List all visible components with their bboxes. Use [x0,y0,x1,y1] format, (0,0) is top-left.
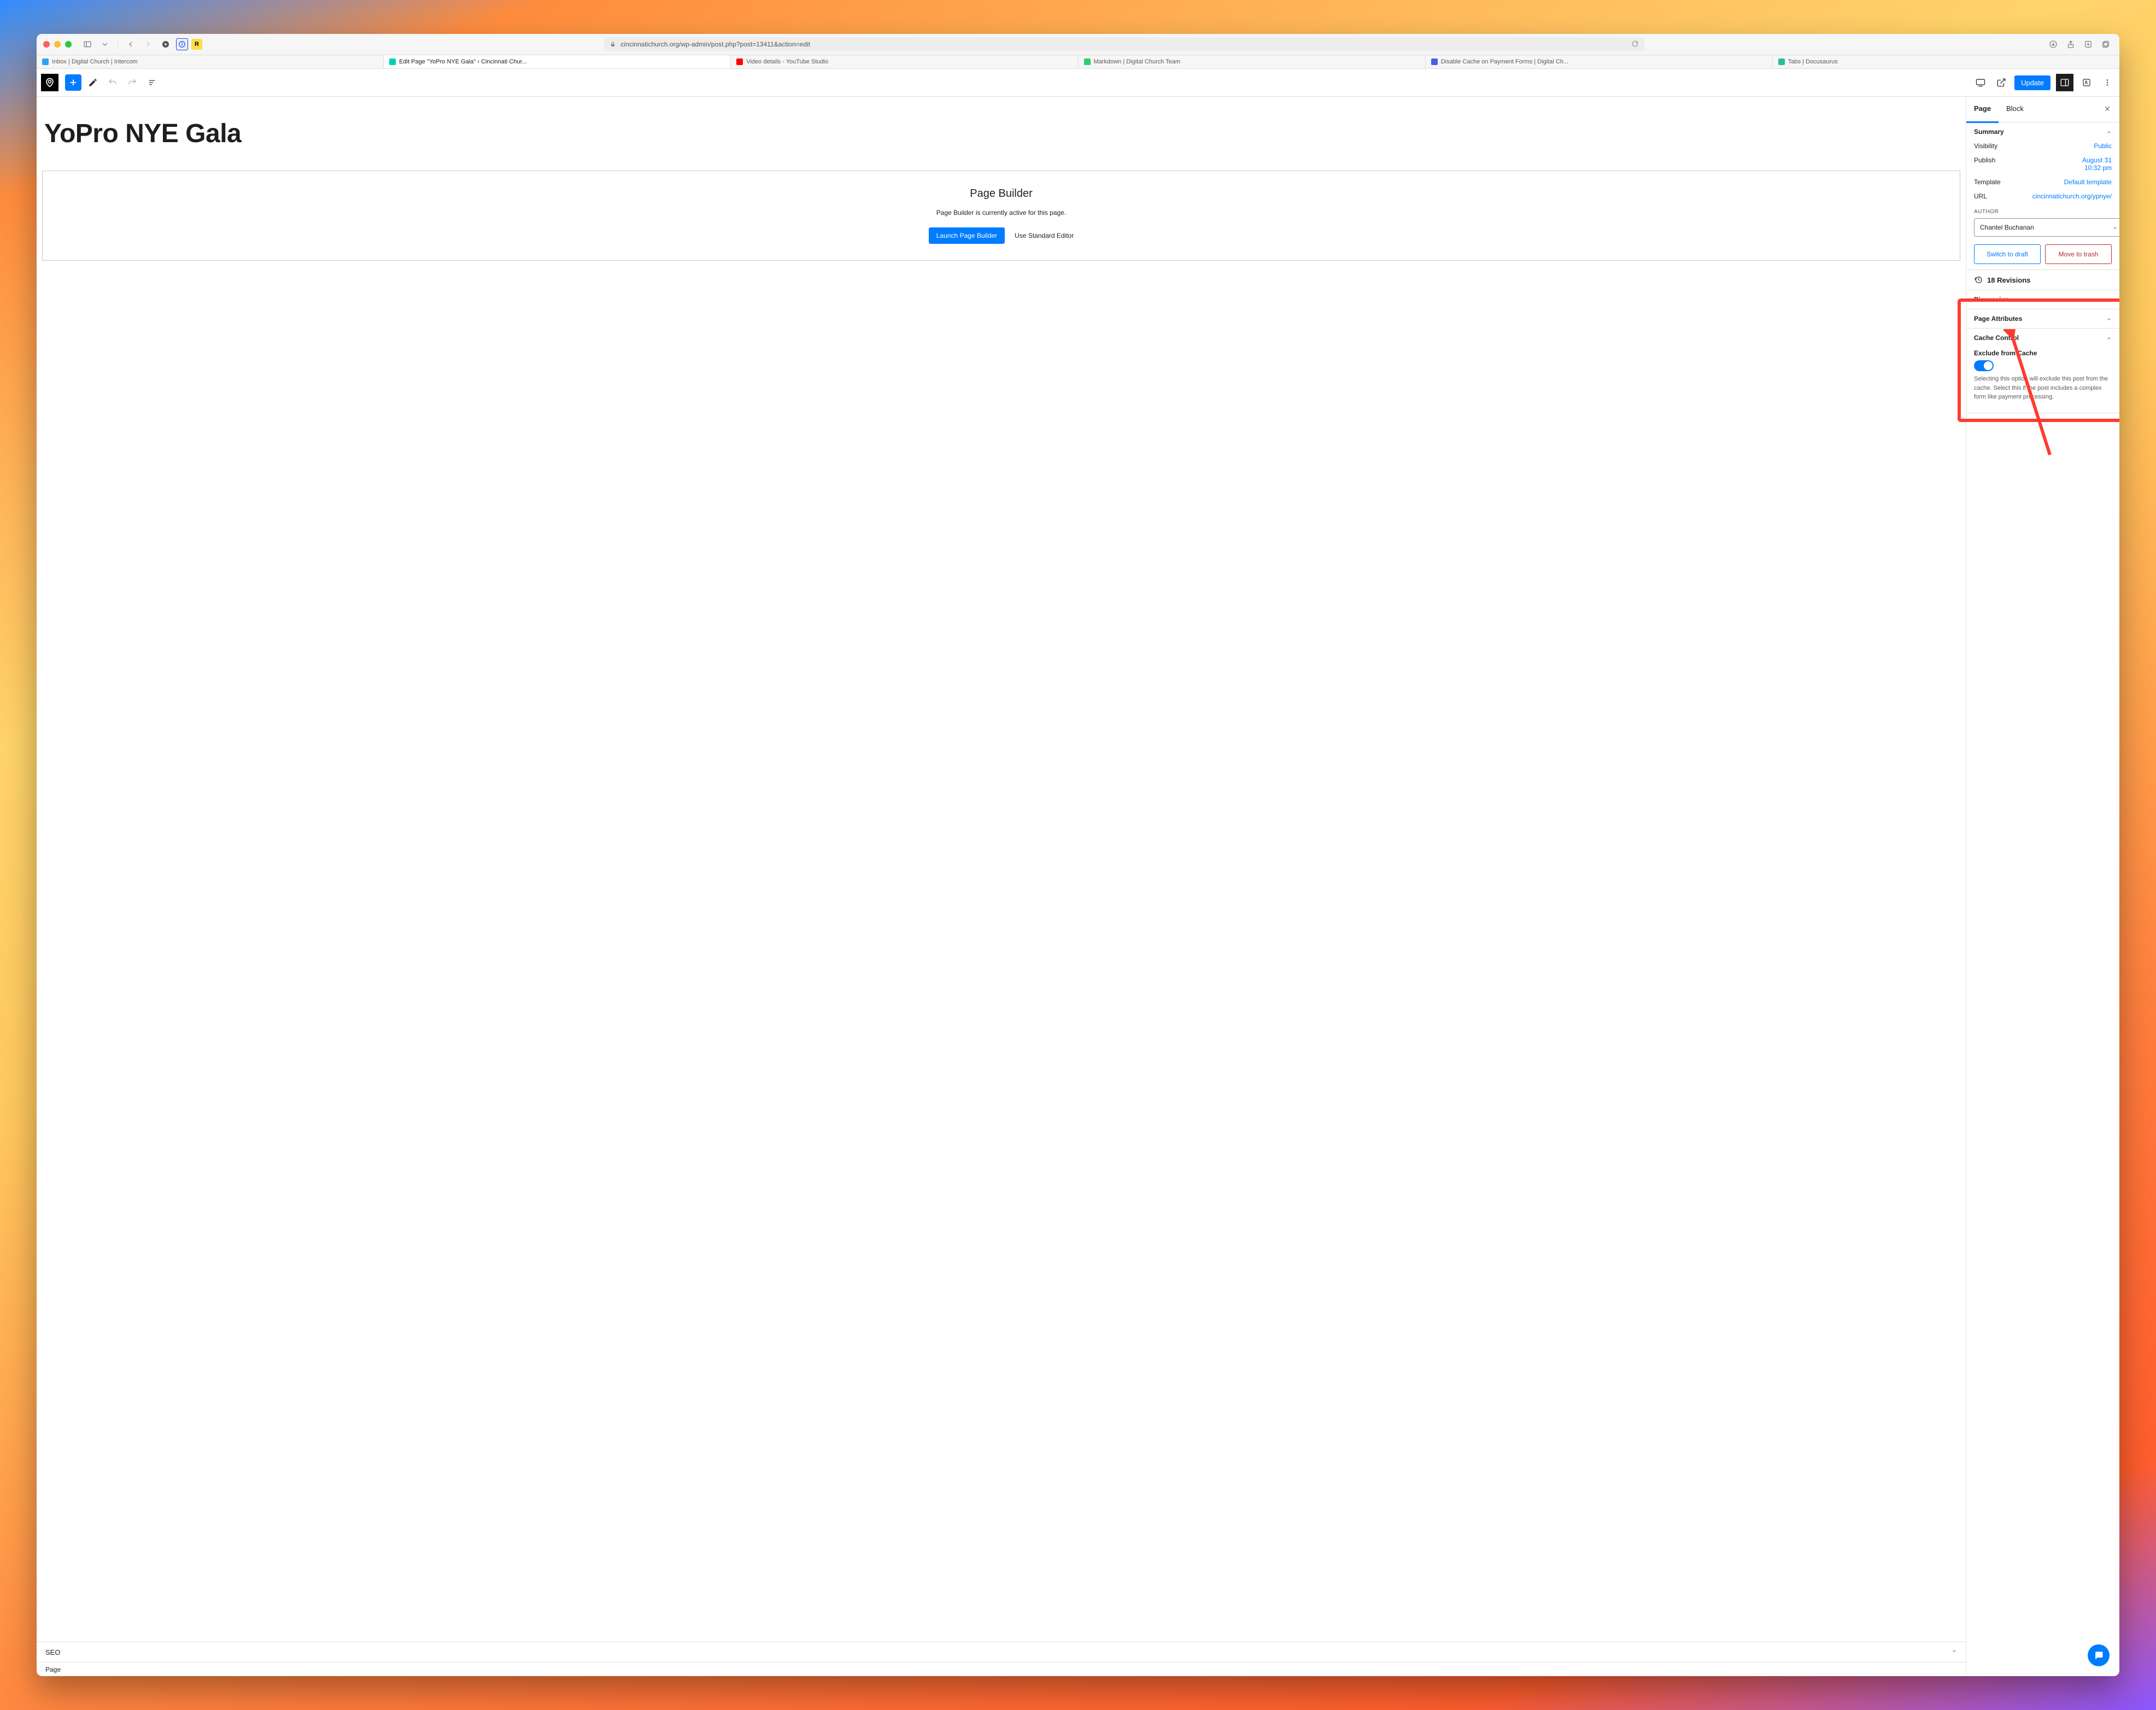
lock-icon [610,41,616,48]
chevron-down-icon[interactable] [98,37,112,51]
loom-extension-icon[interactable] [159,37,173,51]
seo-panel-header[interactable]: SEO [37,1642,1966,1662]
chevron-down-icon [1952,1649,1957,1655]
url-value[interactable]: cincinnatichurch.org/ypnye/ [2032,192,2112,200]
sidebar-toggle-icon[interactable] [80,37,95,51]
page-title[interactable]: YoPro NYE Gala [44,119,1958,149]
discussion-panel[interactable]: Discussion [1966,290,2119,309]
settings-panel-toggle[interactable] [2056,74,2073,91]
url-label: URL [1974,192,1987,200]
undo-button[interactable] [104,74,121,91]
onepassword-extension-icon[interactable] [176,38,188,50]
revisions-label: 18 Revisions [1987,276,2031,284]
page-attributes-panel[interactable]: Page Attributes [1966,309,2119,329]
styles-icon[interactable] [2079,75,2094,90]
settings-sidebar: Page Block Summary Visibility Public [1966,97,2119,1676]
cache-control-header[interactable]: Cache Control [1974,334,2112,342]
chevron-down-icon [2106,297,2112,302]
switch-to-draft-button[interactable]: Switch to draft [1974,244,2041,264]
block-breadcrumb: Page [37,1662,1966,1676]
exclude-from-cache-label: Exclude from Cache [1974,349,2112,357]
page-builder-heading: Page Builder [54,188,1949,200]
chat-icon [2093,1650,2104,1661]
publish-label: Publish [1974,156,1995,164]
nav-back-icon[interactable] [124,37,138,51]
safari-toolbar: R cincinnatichurch.org/wp-admin/post.php… [37,34,2119,55]
visibility-label: Visibility [1974,142,1997,150]
window-close-button[interactable] [43,41,50,48]
close-sidebar-button[interactable] [2100,105,2115,114]
chevron-down-icon [2106,316,2112,321]
intercom-launcher[interactable] [2088,1644,2110,1666]
breadcrumb-item[interactable]: Page [45,1666,61,1673]
add-block-button[interactable] [65,74,81,91]
redo-button[interactable] [124,74,140,91]
move-to-trash-button[interactable]: Move to trash [2045,244,2112,264]
nav-forward-icon[interactable] [141,37,155,51]
seo-label: SEO [45,1648,60,1656]
update-button[interactable]: Update [2014,75,2050,90]
summary-panel-header[interactable]: Summary [1974,128,2112,136]
downloads-icon[interactable] [2046,37,2060,51]
browser-tab[interactable]: Disable Cache on Payment Forms | Digital… [1426,55,1773,68]
chevron-up-icon [2106,335,2112,341]
page-builder-desc: Page Builder is currently active for thi… [54,209,1949,216]
author-select[interactable]: Chantel Buchanan [1974,218,2119,237]
wordpress-editor: Update YoPro NYE Gala Page Builder [37,69,2119,1676]
preview-device-icon[interactable] [1973,75,1988,90]
safari-window: R cincinnatichurch.org/wp-admin/post.php… [37,34,2119,1676]
template-label: Template [1974,178,2001,186]
tab-page[interactable]: Page [1966,97,1999,123]
tab-overview-icon[interactable] [2099,37,2113,51]
template-value[interactable]: Default template [2064,178,2112,186]
wp-top-toolbar: Update [37,69,2119,97]
visibility-value[interactable]: Public [2094,142,2112,150]
chevron-up-icon [2106,129,2112,134]
use-standard-editor-button[interactable]: Use Standard Editor [1015,232,1074,239]
share-icon[interactable] [2064,37,2078,51]
window-zoom-button[interactable] [65,41,72,48]
browser-tab[interactable]: Tabs | Docusaurus [1773,55,2119,68]
browser-tabs: Inbox | Digital Church | Intercom Edit P… [37,55,2119,69]
sidebar-tabs: Page Block [1966,97,2119,122]
chevron-down-icon [2112,225,2118,230]
revisions-icon [1974,276,1983,284]
browser-tab[interactable]: Markdown | Digital Church Team [1079,55,1426,68]
page-builder-block: Page Builder Page Builder is currently a… [42,171,1960,261]
extension-r-icon[interactable]: R [191,39,202,50]
window-traffic-lights [43,41,72,48]
more-options-icon[interactable] [2100,75,2115,90]
summary-panel: Summary Visibility Public Publish August… [1966,122,2119,270]
cache-control-panel: Cache Control Exclude from Cache Selecti… [1966,329,2119,413]
edit-tool-icon[interactable] [85,74,101,91]
author-label: AUTHOR [1974,209,2112,215]
site-logo-button[interactable] [41,74,58,91]
address-bar[interactable]: cincinnatichurch.org/wp-admin/post.php?p… [604,37,1644,51]
editor-canvas: YoPro NYE Gala Page Builder Page Builder… [37,97,1966,1676]
browser-tab[interactable]: Video details - YouTube Studio [731,55,1078,68]
window-minimize-button[interactable] [54,41,61,48]
tab-block[interactable]: Block [1999,97,2031,123]
exclude-from-cache-toggle[interactable] [1974,360,1994,371]
document-overview-icon[interactable] [144,74,160,91]
reload-icon[interactable] [1631,40,1639,49]
revisions-panel[interactable]: 18 Revisions [1966,270,2119,290]
browser-tab[interactable]: Edit Page "YoPro NYE Gala" ‹ Cincinnati … [384,55,731,68]
cache-description: Selecting this option will exclude this … [1974,374,2112,402]
browser-tab[interactable]: Inbox | Digital Church | Intercom [37,55,384,68]
new-tab-icon[interactable] [2081,37,2095,51]
launch-page-builder-button[interactable]: Launch Page Builder [929,227,1005,244]
open-external-icon[interactable] [1994,75,2009,90]
address-bar-text: cincinnatichurch.org/wp-admin/post.php?p… [620,40,810,48]
publish-value[interactable]: August 31 10:32 pm [2082,156,2112,172]
